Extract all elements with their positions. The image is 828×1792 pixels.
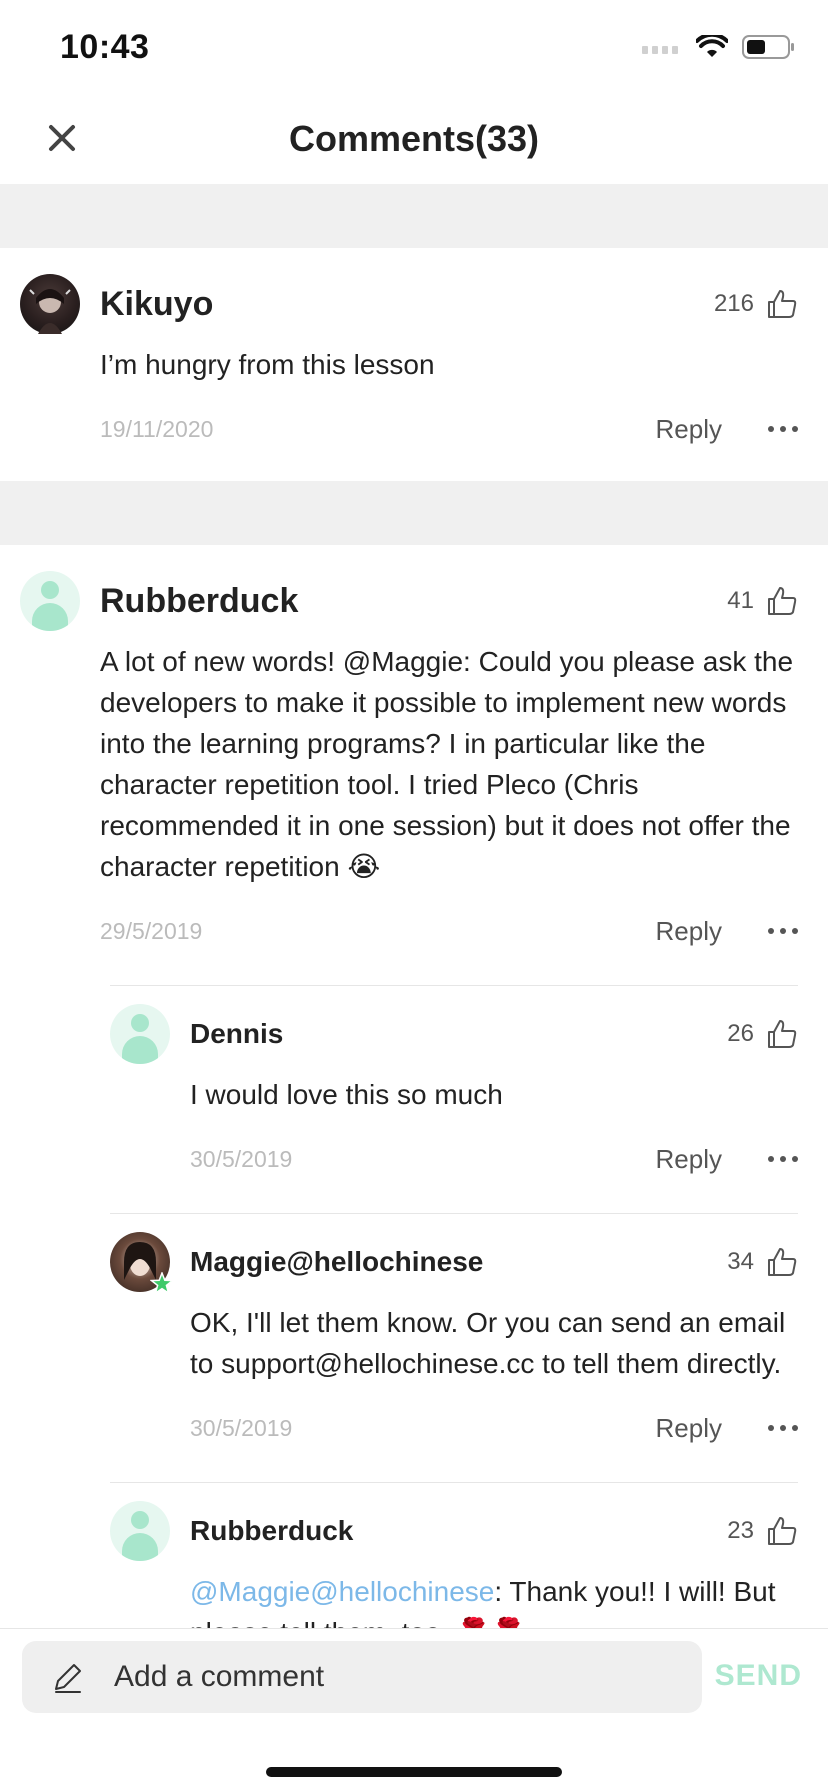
like-count: 26 [727,1020,754,1047]
comment-placeholder: Add a comment [114,1660,325,1693]
avatar[interactable] [110,1004,170,1064]
thumbs-up-icon [768,1248,797,1276]
thumbs-up-icon [768,1020,797,1048]
like-count: 34 [727,1248,754,1275]
reply-button[interactable]: Reply [656,414,722,445]
send-button[interactable]: SEND [715,1659,802,1693]
comment-author[interactable]: Kikuyo [100,285,213,324]
wifi-icon [696,35,728,57]
more-options-icon[interactable] [768,1425,798,1431]
reply-date: 30/5/2019 [190,1414,293,1441]
avatar[interactable] [20,571,80,631]
reply-author[interactable]: Maggie@hellochinese [190,1246,483,1278]
comment-text: I’m hungry from this lesson [100,349,435,380]
comment-input[interactable]: Add a comment [22,1641,702,1713]
comment-item: Kikuyo 216 I’m hungry from this lesson 1… [0,248,828,481]
comment-item: Rubberduck 41 A lot of new words! @Maggi… [0,545,828,961]
reply-item: Dennis 26 I would love this so much 30/5… [0,985,828,1189]
like-count: 41 [727,587,754,614]
section-divider [0,481,828,545]
reply-text: I would love this so much [190,1079,503,1110]
reply-author[interactable]: Rubberduck [190,1515,353,1547]
reply-author[interactable]: Dennis [190,1018,283,1050]
reply-item: Rubberduck 23 @Maggie@hellochinese: Than… [0,1482,828,1628]
comment-date: 29/5/2019 [100,917,203,944]
status-time: 10:43 [60,28,150,66]
mention-link[interactable]: @Maggie@hellochinese [190,1576,494,1607]
avatar[interactable] [110,1501,170,1561]
home-indicator [266,1767,562,1777]
like-button[interactable]: 41 [727,585,798,617]
verified-badge-icon [150,1272,174,1295]
like-button[interactable]: 216 [714,288,798,320]
reply-text: OK, I'll let them know. Or you can send … [190,1307,786,1379]
battery-icon [742,35,794,59]
page-title: Comments(33) [288,118,540,159]
like-button[interactable]: 23 [727,1515,798,1547]
like-count: 216 [713,290,754,317]
like-button[interactable]: 26 [727,1018,798,1050]
reply-item: Maggie@hellochinese 34 OK, I'll let them… [0,1213,828,1458]
like-count: 23 [727,1517,754,1544]
like-button[interactable]: 34 [727,1246,798,1278]
comment-author[interactable]: Rubberduck [100,582,298,621]
header: Comments(33) [0,96,828,184]
reply-button[interactable]: Reply [656,1144,722,1175]
avatar-image [29,289,71,334]
thumbs-up-icon [768,587,797,615]
more-options-icon[interactable] [768,426,798,432]
reply-button[interactable]: Reply [656,916,722,947]
reply-button[interactable]: Reply [656,1413,722,1444]
section-divider [0,184,828,248]
status-bar: 10:43 [0,0,828,96]
comment-composer: Add a comment SEND [0,1628,828,1792]
more-options-icon[interactable] [768,928,798,934]
reply-date: 30/5/2019 [190,1145,293,1172]
pencil-icon [55,1664,81,1693]
more-options-icon[interactable] [768,1156,798,1162]
status-icons [642,34,796,60]
avatar[interactable] [110,1232,174,1295]
comment-date: 19/11/2020 [100,415,214,442]
avatar[interactable] [20,274,80,334]
signal-icon [642,46,678,54]
thumbs-up-icon [768,1517,797,1545]
comment-text: A lot of new words! @Maggie: Could you p… [100,646,794,882]
thumbs-up-icon [768,290,797,318]
reply-text: @Maggie@hellochinese: Thank you!! I will… [190,1571,798,1628]
comments-feed[interactable]: Kikuyo 216 I’m hungry from this lesson 1… [0,184,828,1628]
